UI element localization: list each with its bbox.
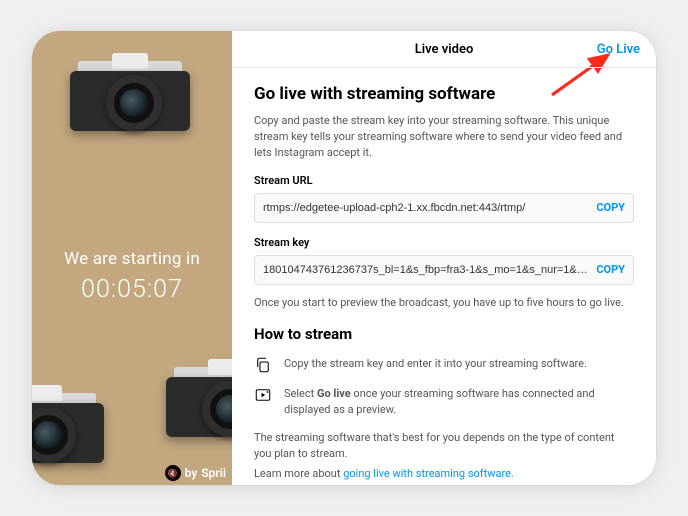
- copy-icon: [254, 356, 272, 374]
- footer-text-2: Learn more about going live with streami…: [254, 466, 634, 482]
- step-row: Select Go live once your streaming softw…: [254, 386, 634, 418]
- preview-note: Once you start to preview the broadcast,…: [254, 295, 634, 311]
- camera-image: [70, 53, 200, 143]
- watermark-brand: Sprii: [201, 466, 226, 480]
- countdown-timer: 00:05:07: [32, 275, 232, 304]
- countdown-label: We are starting in: [32, 249, 232, 269]
- dialog-header: Live video Go Live: [232, 31, 656, 68]
- copy-key-button[interactable]: COPY: [588, 262, 625, 278]
- watermark-text: by: [185, 466, 198, 480]
- stream-url-label: Stream URL: [254, 173, 634, 189]
- section-subtext: Copy and paste the stream key into your …: [254, 113, 634, 161]
- stream-url-field: COPY: [254, 193, 634, 223]
- dialog-content: Go live with streaming software Copy and…: [232, 68, 656, 485]
- step-text: Copy the stream key and enter it into yo…: [284, 356, 587, 372]
- learn-more-link[interactable]: going live with streaming software.: [343, 467, 514, 480]
- stream-key-input[interactable]: [263, 264, 588, 276]
- go-live-dialog: We are starting in 00:05:07 🔇 by Sprii L…: [32, 31, 656, 485]
- stream-key-label: Stream key: [254, 235, 634, 251]
- footer-text-1: The streaming software that's best for y…: [254, 430, 634, 462]
- play-live-icon: [254, 386, 272, 404]
- preview-panel: We are starting in 00:05:07 🔇 by Sprii: [32, 31, 232, 485]
- stream-url-input[interactable]: [263, 202, 588, 214]
- countdown-overlay: We are starting in 00:05:07: [32, 249, 232, 304]
- go-live-button[interactable]: Go Live: [597, 31, 640, 67]
- right-panel: Live video Go Live Go live with streamin…: [232, 31, 656, 485]
- camera-image: [166, 359, 232, 449]
- camera-image: [32, 385, 114, 475]
- watermark: 🔇 by Sprii: [165, 465, 226, 481]
- step-row: Copy the stream key and enter it into yo…: [254, 356, 634, 374]
- mute-icon: 🔇: [165, 465, 181, 481]
- section-heading: Go live with streaming software: [254, 82, 634, 107]
- howto-heading: How to stream: [254, 324, 634, 346]
- copy-url-button[interactable]: COPY: [588, 200, 625, 216]
- dialog-title: Live video: [415, 42, 474, 57]
- howto-steps: Copy the stream key and enter it into yo…: [254, 356, 634, 418]
- stream-key-field: COPY: [254, 255, 634, 285]
- step-text: Select Go live once your streaming softw…: [284, 386, 634, 418]
